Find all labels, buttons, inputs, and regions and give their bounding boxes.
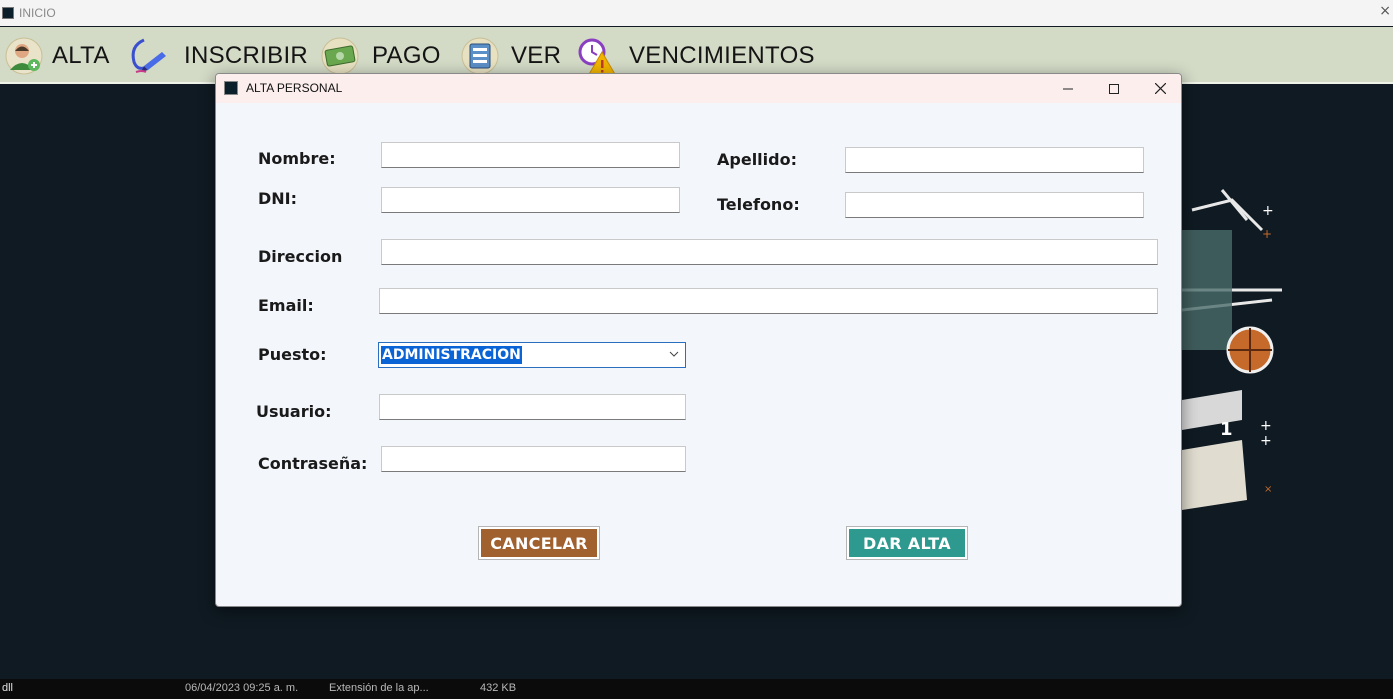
alta-personal-dialog: ALTA PERSONAL Nombre: Apellido: DNI: Tel… bbox=[215, 73, 1182, 607]
close-icon bbox=[1154, 83, 1166, 94]
background-artwork: 1 + + + + × bbox=[1181, 150, 1322, 550]
menu-item-alta[interactable]: ALTA bbox=[4, 34, 110, 78]
money-icon bbox=[320, 36, 360, 76]
menu-item-vencimientos[interactable]: VENCIMIENTOS bbox=[576, 34, 815, 78]
menu-label-inscribir: INSCRIBIR bbox=[184, 42, 309, 69]
telefono-input[interactable] bbox=[845, 192, 1144, 218]
status-bar: dll 06/04/2023 09:25 a. m. Extensión de … bbox=[0, 679, 1393, 699]
status-file-ext: dll bbox=[2, 682, 14, 694]
dni-input[interactable] bbox=[381, 187, 680, 213]
apellido-input[interactable] bbox=[845, 147, 1144, 173]
svg-text:+: + bbox=[1260, 418, 1272, 434]
minimize-icon bbox=[1063, 88, 1073, 89]
main-window-titlebar: INICIO × bbox=[0, 0, 1393, 26]
menu-label-vencimientos: VENCIMIENTOS bbox=[629, 42, 815, 69]
menu-item-pago[interactable]: PAGO bbox=[320, 34, 441, 78]
menu-label-ver: VER bbox=[511, 42, 562, 69]
telefono-label: Telefono: bbox=[717, 195, 800, 214]
dar-alta-button[interactable]: DAR ALTA bbox=[846, 526, 968, 560]
main-window-title: INICIO bbox=[19, 6, 56, 20]
status-file-type: Extensión de la ap... bbox=[329, 682, 429, 694]
list-icon bbox=[460, 36, 500, 76]
menu-item-ver[interactable]: VER bbox=[460, 34, 561, 78]
puesto-selected-value: ADMINISTRACION bbox=[381, 346, 522, 364]
menu-label-pago: PAGO bbox=[372, 42, 441, 69]
dialog-title: ALTA PERSONAL bbox=[246, 81, 343, 95]
apellido-label: Apellido: bbox=[717, 150, 797, 169]
puesto-label: Puesto: bbox=[258, 345, 327, 364]
puesto-select[interactable]: ADMINISTRACION bbox=[378, 342, 686, 368]
usuario-label: Usuario: bbox=[256, 402, 332, 421]
email-input[interactable] bbox=[379, 288, 1158, 314]
svg-text:+: + bbox=[1260, 433, 1272, 449]
direccion-label: Direccion bbox=[258, 247, 343, 266]
nombre-label: Nombre: bbox=[258, 149, 336, 168]
maximize-button[interactable] bbox=[1091, 74, 1137, 103]
pen-icon bbox=[128, 36, 168, 76]
app-icon bbox=[2, 7, 14, 19]
email-label: Email: bbox=[258, 296, 314, 315]
svg-text:+: + bbox=[1262, 203, 1274, 219]
status-file-date: 06/04/2023 09:25 a. m. bbox=[185, 682, 299, 694]
main-close-icon[interactable]: × bbox=[1379, 3, 1391, 19]
usuario-input[interactable] bbox=[379, 394, 686, 420]
menu-item-inscribir[interactable]: INSCRIBIR bbox=[128, 34, 308, 78]
alarm-warning-icon bbox=[576, 36, 617, 77]
maximize-icon bbox=[1109, 83, 1119, 94]
menu-label-alta: ALTA bbox=[52, 42, 110, 69]
chevron-down-icon bbox=[669, 351, 679, 357]
dar-alta-button-label: DAR ALTA bbox=[849, 529, 965, 557]
nombre-input[interactable] bbox=[381, 142, 680, 168]
cancel-button-label: CANCELAR bbox=[481, 529, 597, 557]
svg-text:×: × bbox=[1264, 484, 1272, 495]
close-button[interactable] bbox=[1137, 74, 1181, 103]
svg-text:+: + bbox=[1262, 227, 1272, 241]
contrasena-input[interactable] bbox=[381, 446, 686, 472]
status-file-size: 432 KB bbox=[480, 682, 517, 694]
contrasena-label: Contraseña: bbox=[258, 454, 368, 473]
cancel-button[interactable]: CANCELAR bbox=[478, 526, 600, 560]
user-add-icon bbox=[4, 36, 44, 76]
direccion-input[interactable] bbox=[381, 239, 1158, 265]
dni-label: DNI: bbox=[258, 189, 298, 208]
svg-text:1: 1 bbox=[1220, 419, 1233, 440]
minimize-button[interactable] bbox=[1045, 74, 1091, 103]
dialog-app-icon bbox=[224, 81, 238, 95]
dialog-titlebar: ALTA PERSONAL bbox=[216, 74, 1181, 103]
